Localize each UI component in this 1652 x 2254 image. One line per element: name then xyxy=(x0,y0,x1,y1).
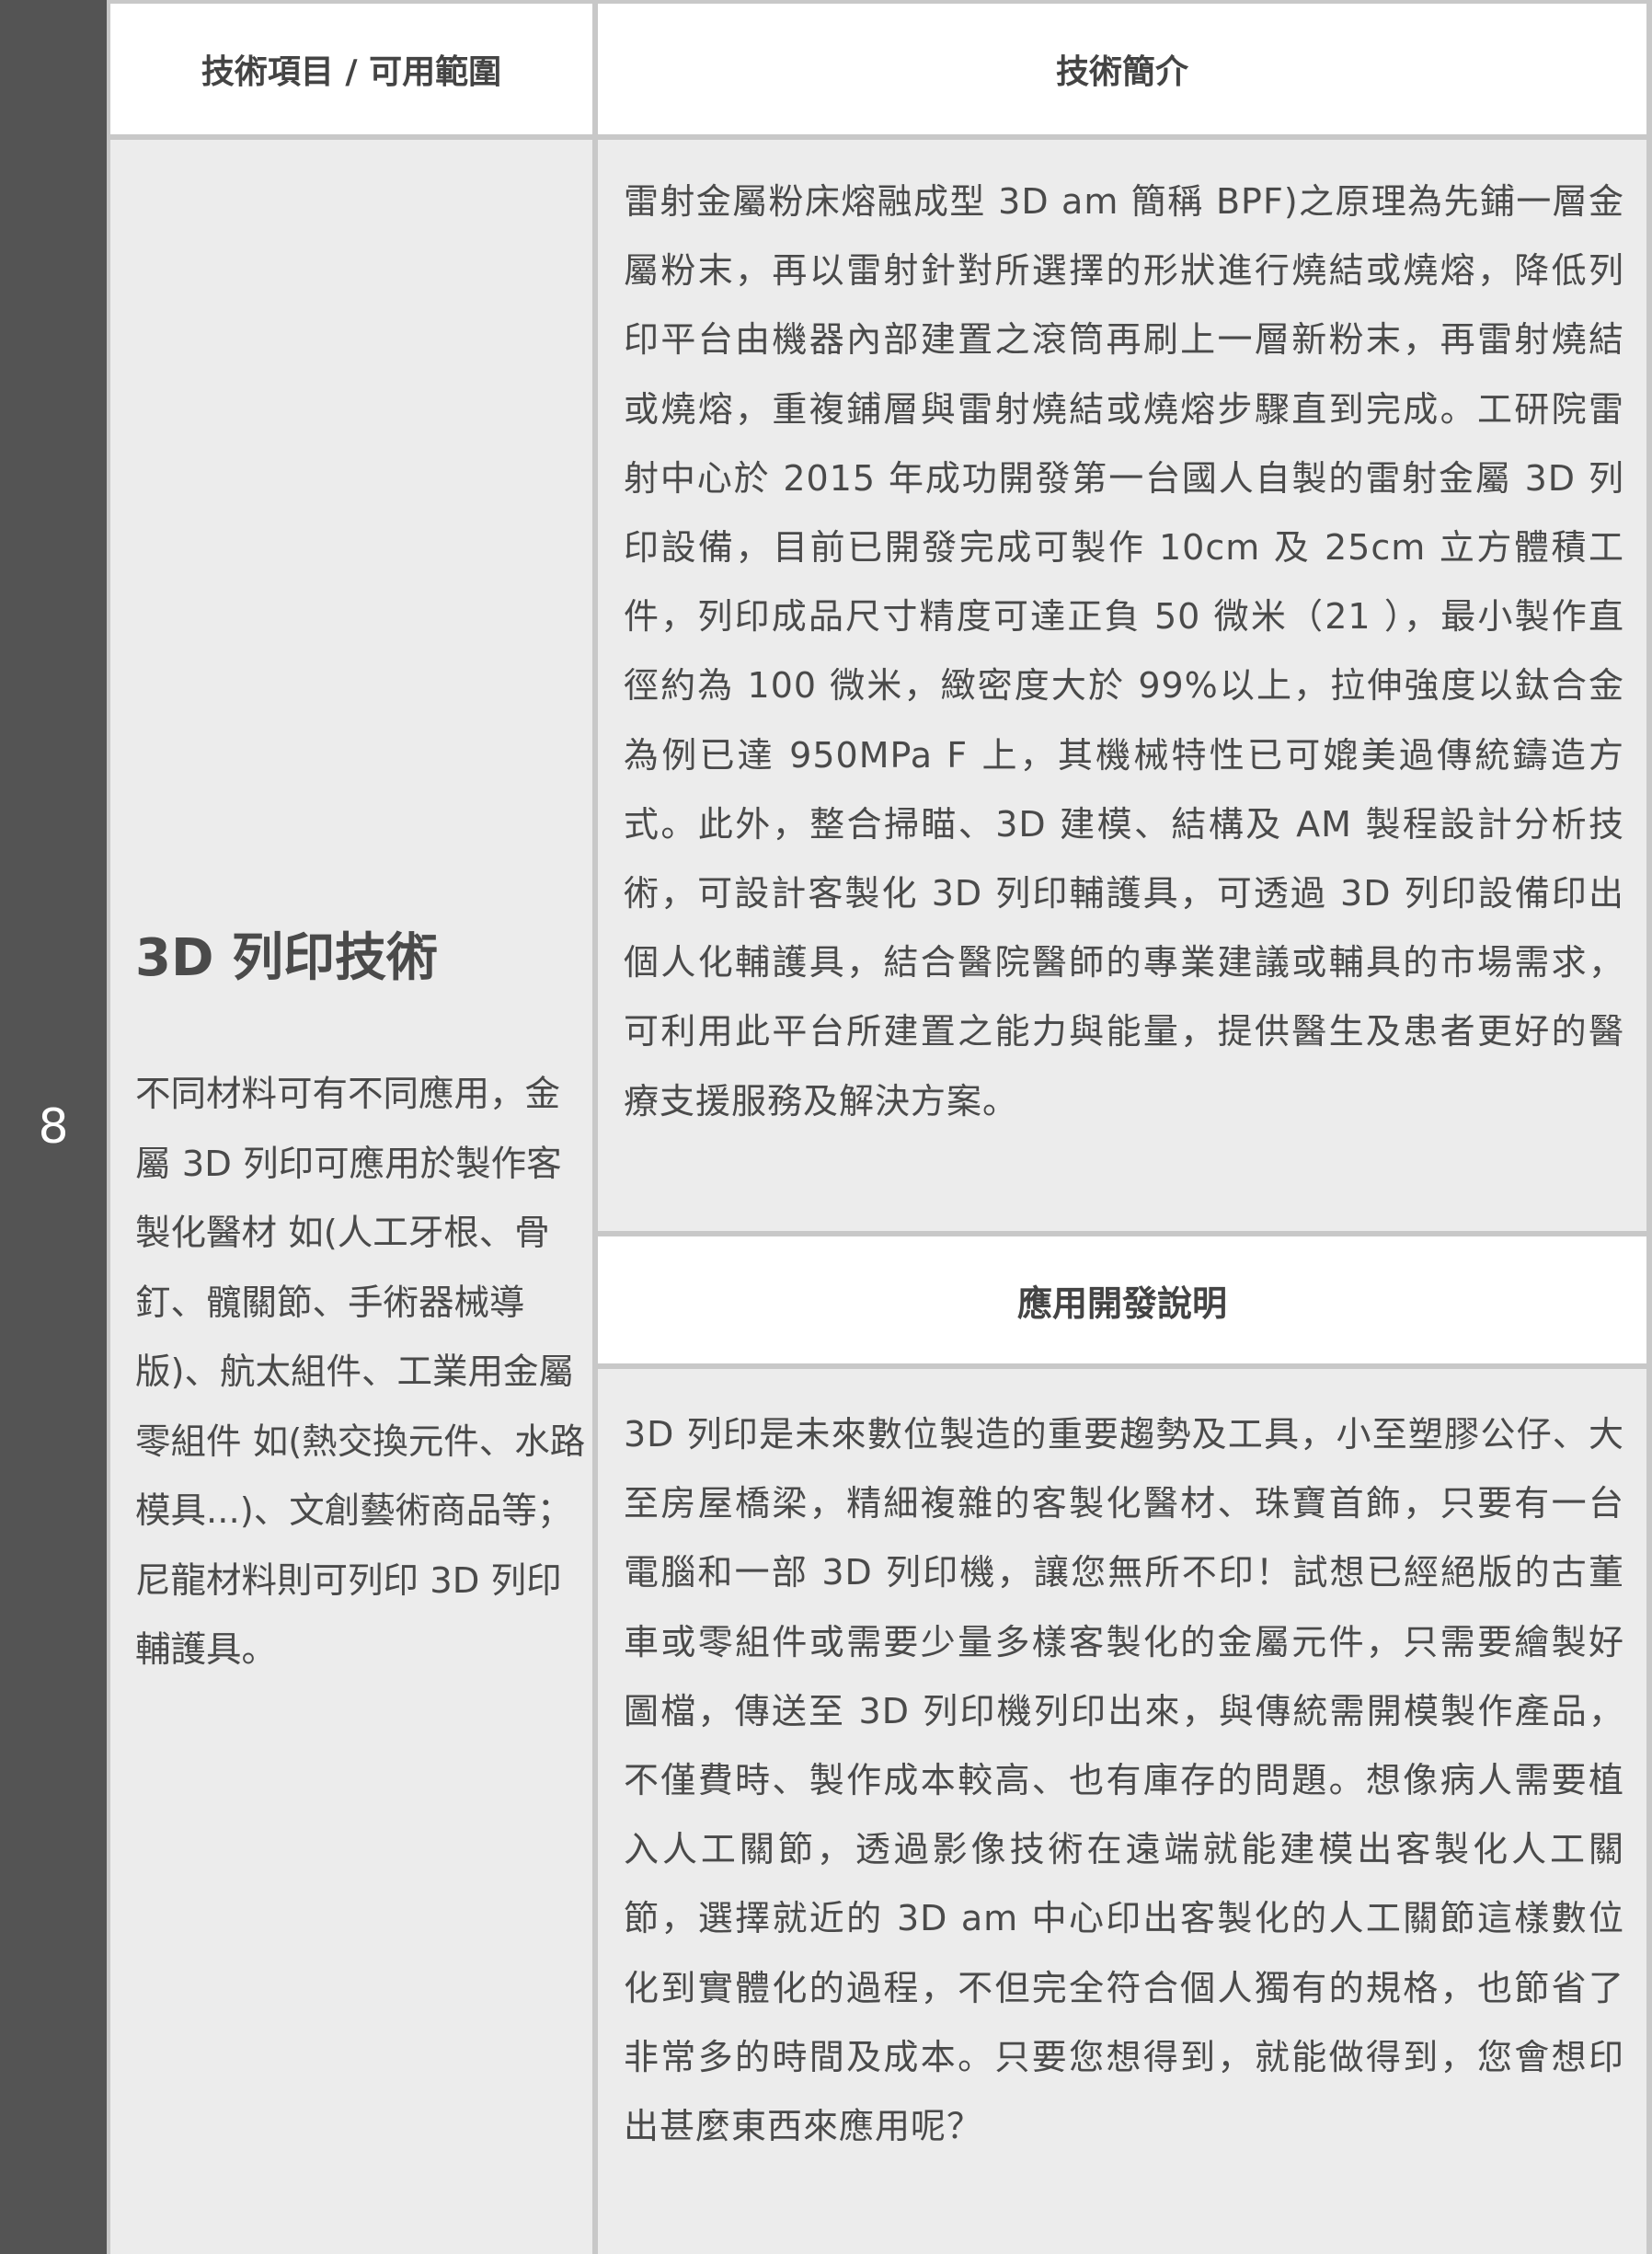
application-text: 3D 列印是未來數位製造的重要趨勢及工具，小至塑膠公仔、大至房屋橋梁，精細複雜的… xyxy=(624,1414,1624,2147)
application-header: 應用開發說明 xyxy=(598,1236,1646,1363)
application-cell: 3D 列印是未來數位製造的重要趨勢及工具，小至塑膠公仔、大至房屋橋梁，精細複雜的… xyxy=(598,1369,1646,2254)
introduction-cell: 雷射金屬粉床熔融成型 3D am 簡稱 BPF)之原理為先鋪一層金屬粉末，再以雷… xyxy=(598,140,1646,1231)
header-technology-scope: 技術項目 / 可用範圍 xyxy=(110,4,592,134)
row-number: 8 xyxy=(38,1099,69,1155)
introduction-text: 雷射金屬粉床熔融成型 3D am 簡稱 BPF)之原理為先鋪一層金屬粉末，再以雷… xyxy=(624,181,1624,1121)
technology-scope: 不同材料可有不同應用，金屬 3D 列印可應用於製作客製化醫材 如(人工牙根、骨釘… xyxy=(135,1074,586,1671)
technology-cell: 3D 列印技術 不同材料可有不同應用，金屬 3D 列印可應用於製作客製化醫材 如… xyxy=(110,140,592,2254)
header-technology-intro: 技術簡介 xyxy=(598,4,1646,134)
technology-table: 技術項目 / 可用範圍 技術簡介 3D 列印技術 不同材料可有不同應用，金屬 3… xyxy=(107,0,1652,2254)
technology-title: 3D 列印技術 xyxy=(135,928,438,988)
